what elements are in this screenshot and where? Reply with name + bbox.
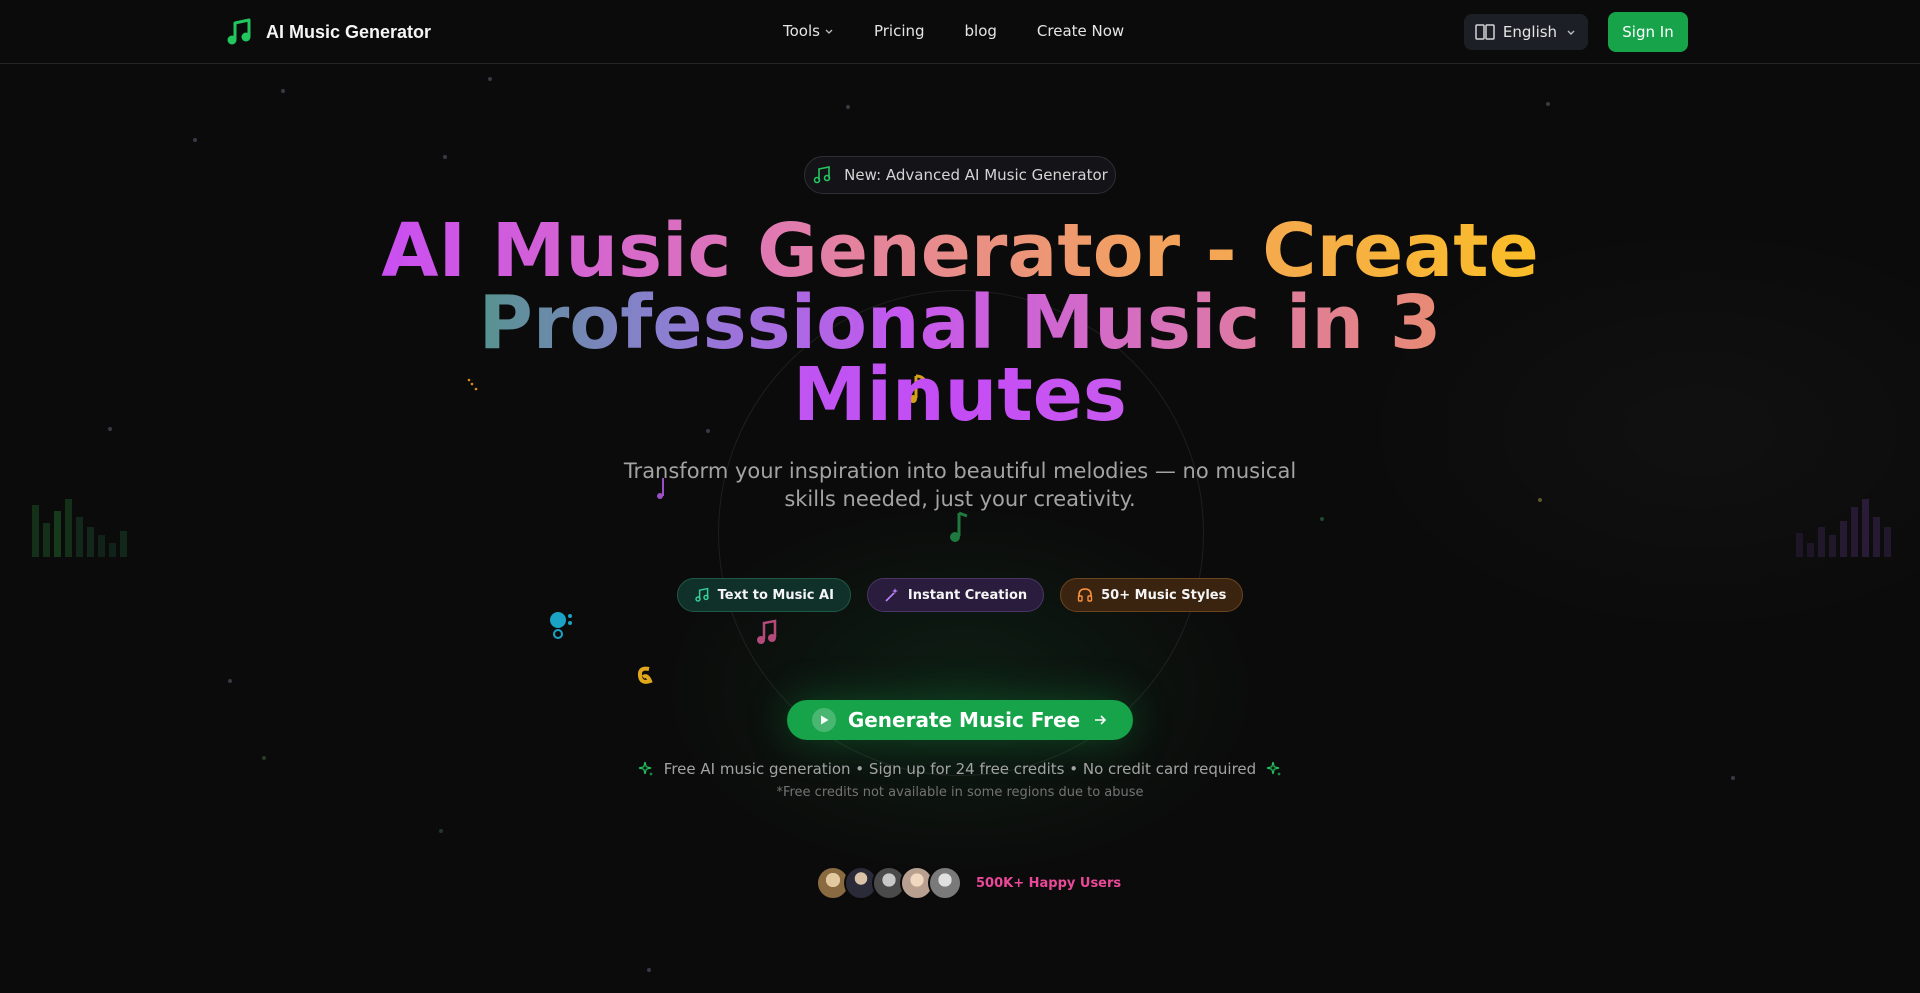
decorative-dot: [439, 829, 443, 833]
chip-text-to-music: Text to Music AI: [676, 578, 851, 612]
chip-label: Text to Music AI: [717, 587, 834, 603]
headline-line-1: AI Music Generator - Create: [360, 214, 1560, 288]
language-selector[interactable]: English: [1464, 14, 1588, 50]
nav-blog-link[interactable]: blog: [965, 22, 997, 40]
decorative-dot: [228, 679, 232, 683]
equalizer-right: [1796, 495, 1891, 557]
floating-clef-icon: [550, 612, 572, 639]
free-credits-note: Free AI music generation • Sign up for 2…: [0, 760, 1920, 778]
chevron-down-icon: [825, 29, 833, 34]
floating-note-icon: [757, 619, 777, 644]
chip-music-styles: 50+ Music Styles: [1060, 578, 1244, 612]
chip-instant-creation: Instant Creation: [866, 578, 1045, 612]
sparkle-icon: [1267, 761, 1282, 776]
decorative-dot: [647, 968, 651, 972]
decorative-dot: [488, 77, 492, 81]
decorative-dot: [443, 155, 447, 159]
headline-line-2: Professional Music in 3: [360, 286, 1560, 360]
equalizer-left: [32, 495, 127, 557]
play-icon: [811, 708, 836, 732]
avatar: [928, 866, 962, 900]
announcement-badge[interactable]: New: Advanced AI Music Generator: [804, 156, 1116, 194]
nav-pricing-link[interactable]: Pricing: [874, 22, 925, 40]
feature-chips: Text to Music AI Instant Creation 50+ Mu…: [0, 578, 1920, 612]
decorative-dot: [193, 138, 197, 142]
music-note-icon: [227, 18, 251, 45]
hero-subtitle: Transform your inspiration into beautifu…: [623, 459, 1297, 511]
free-note-text: Free AI music generation • Sign up for 2…: [663, 760, 1257, 778]
floating-clef-icon: [637, 666, 653, 684]
floating-note-icon: [950, 511, 968, 542]
sign-in-button[interactable]: Sign In: [1608, 12, 1688, 52]
social-proof: 500K+ Happy Users: [816, 866, 1121, 900]
music-note-icon: [694, 587, 709, 602]
regional-disclaimer: *Free credits not available in some regi…: [776, 785, 1144, 800]
cta-label: Generate Music Free: [847, 708, 1081, 732]
decorative-dot: [846, 105, 850, 109]
generate-music-button[interactable]: Generate Music Free: [787, 700, 1133, 740]
decorative-dot: [1320, 517, 1324, 521]
nav-create-now-link[interactable]: Create Now: [1037, 22, 1124, 40]
book-language-icon: [1475, 24, 1495, 40]
arrow-right-icon: [1095, 715, 1107, 725]
music-note-icon: [813, 166, 831, 184]
happy-users-label: 500K+ Happy Users: [976, 875, 1122, 891]
decorative-dot: [281, 89, 285, 93]
headline-line-3: Minutes: [360, 358, 1560, 432]
chevron-down-icon: [1567, 30, 1575, 35]
hero-headline: AI Music Generator - Create Professional…: [360, 214, 1560, 432]
chip-label: 50+ Music Styles: [1101, 587, 1227, 603]
nav-links: Tools Pricing blog Create Now: [783, 22, 1124, 40]
headphones-icon: [1077, 588, 1093, 602]
logo[interactable]: AI Music Generator: [226, 18, 431, 46]
brand-name: AI Music Generator: [266, 21, 432, 42]
magic-wand-icon: [885, 588, 898, 602]
decorative-dot: [1546, 102, 1550, 106]
top-navbar: AI Music Generator Tools Pricing blog Cr…: [0, 0, 1920, 64]
badge-text: New: Advanced AI Music Generator: [844, 166, 1108, 184]
language-label: English: [1502, 23, 1558, 41]
decorative-dot: [108, 427, 112, 431]
decorative-dot: [1538, 498, 1542, 502]
nav-tools-dropdown[interactable]: Tools: [783, 22, 834, 40]
chip-label: Instant Creation: [907, 587, 1028, 603]
sparkle-icon: [638, 761, 653, 776]
nav-tools-label: Tools: [783, 22, 820, 40]
